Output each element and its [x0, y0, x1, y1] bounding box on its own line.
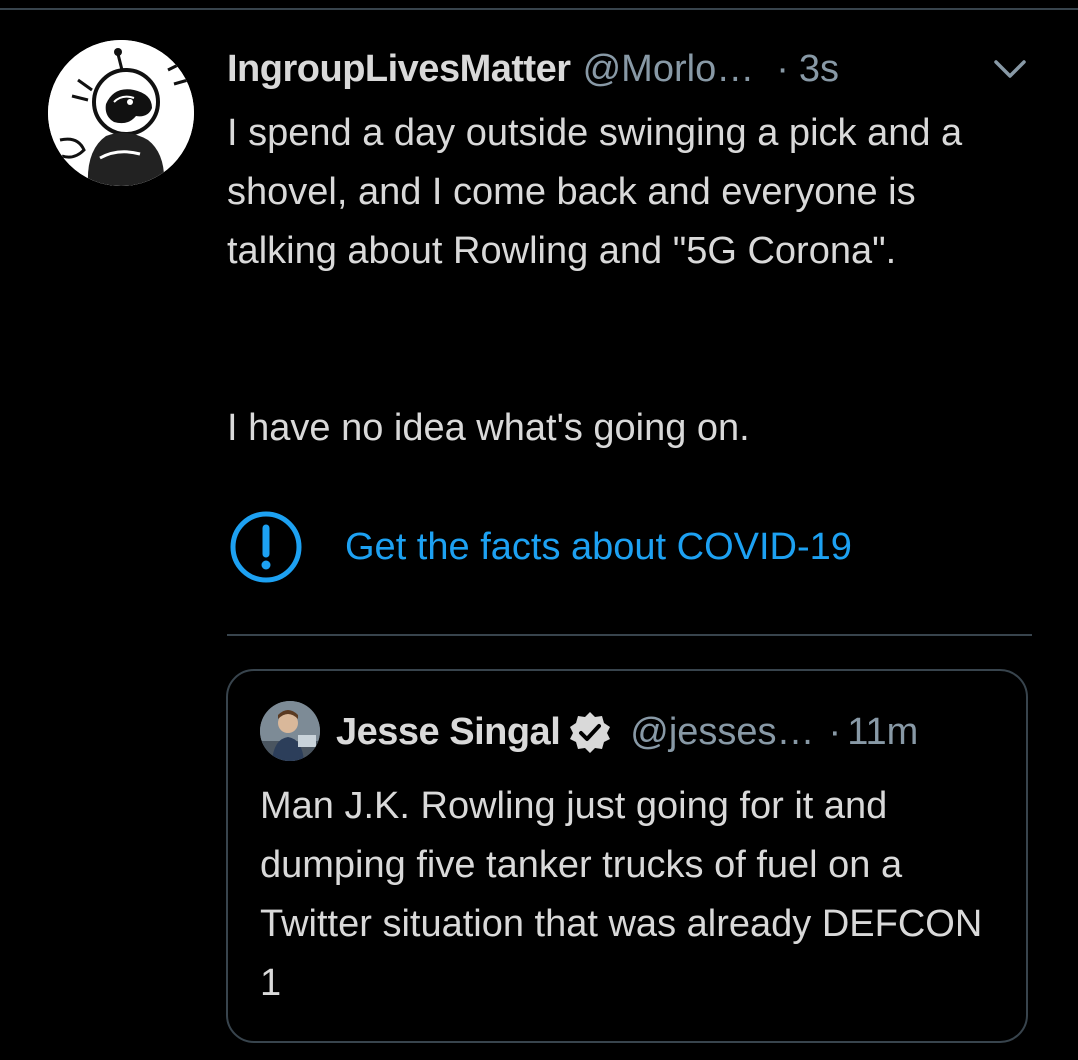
chevron-down-icon: [994, 60, 1026, 78]
quoted-user-avatar[interactable]: [260, 701, 320, 761]
tweet-timestamp[interactable]: 3s: [799, 48, 839, 91]
display-name[interactable]: IngroupLivesMatter: [227, 48, 571, 91]
tweet-header: IngroupLivesMatter @Morlo… · 3s: [227, 44, 839, 94]
user-avatar[interactable]: [48, 40, 194, 186]
verified-badge-icon: [570, 712, 611, 753]
quoted-tweet-text: Man J.K. Rowling just going for it and d…: [260, 785, 983, 1004]
covid-facts-label[interactable]: Get the facts about COVID-19: [345, 526, 852, 569]
quoted-separator-dot: ·: [828, 710, 842, 753]
user-handle[interactable]: @Morlo…: [583, 48, 755, 91]
quoted-tweet-timestamp[interactable]: 11m: [847, 711, 918, 754]
section-divider: [227, 634, 1032, 636]
person-avatar-icon: [260, 701, 320, 761]
tweet-menu-button[interactable]: [990, 54, 1030, 84]
quoted-user-handle[interactable]: @jesses…: [630, 711, 814, 754]
tweet-text-continued: I have no idea what's going on.: [227, 407, 750, 449]
tweet-text: I spend a day outside swinging a pick an…: [227, 112, 963, 272]
covid-facts-link[interactable]: Get the facts about COVID-19: [229, 509, 852, 585]
tweet-card[interactable]: IngroupLivesMatter @Morlo… · 3s I spend …: [0, 0, 1078, 1060]
quoted-tweet-header: Jesse Singal @jesses… · 11m: [336, 706, 918, 758]
astronaut-dog-avatar-icon: [48, 40, 194, 186]
exclamation-circle-icon: [230, 511, 302, 583]
quoted-tweet[interactable]: Jesse Singal @jesses… · 11m Man J.K. Row…: [226, 669, 1028, 1043]
separator-dot: ·: [776, 47, 789, 90]
quoted-display-name[interactable]: Jesse Singal: [336, 711, 561, 754]
